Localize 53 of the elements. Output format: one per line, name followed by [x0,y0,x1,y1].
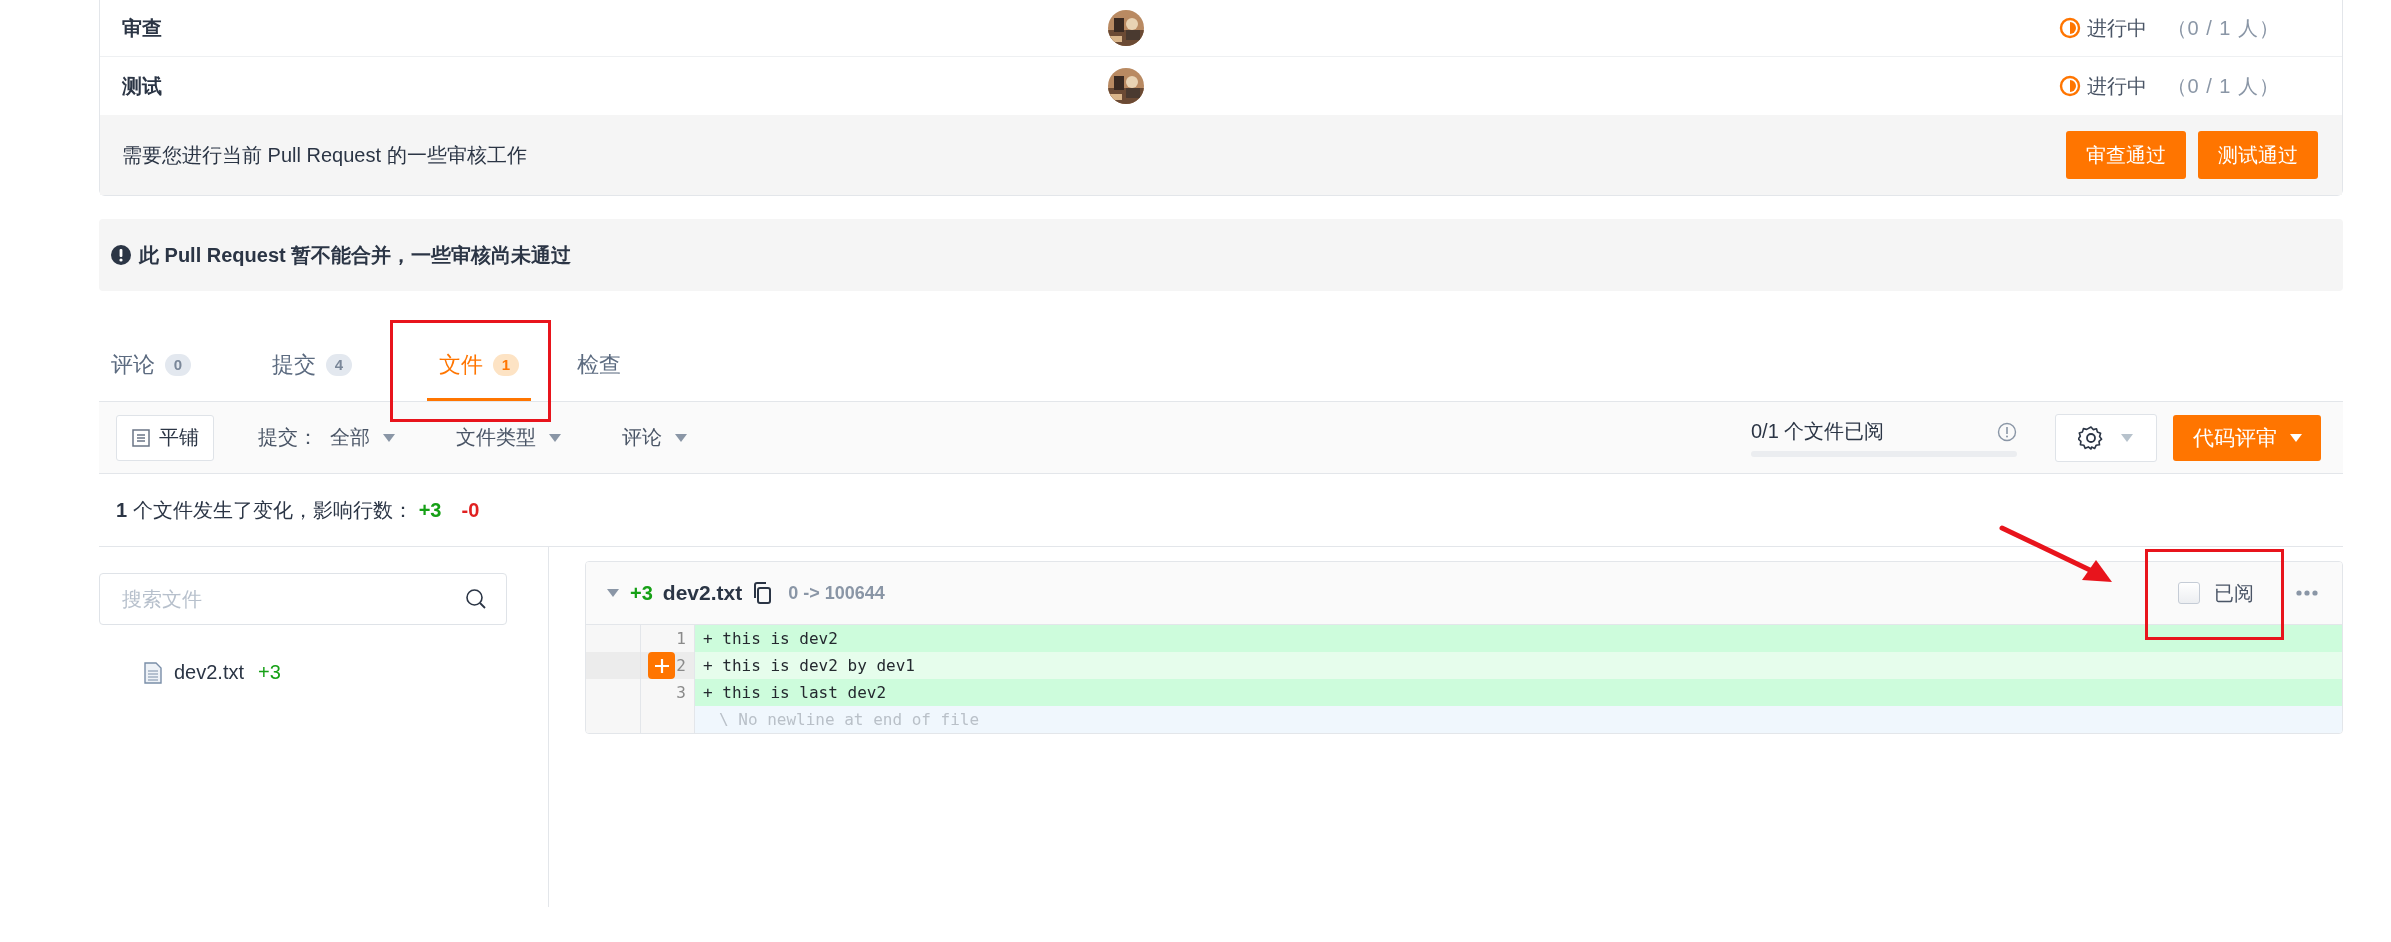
code-text: + this is dev2 by dev1 [703,656,915,675]
collapse-icon[interactable] [606,588,620,598]
line-number: 1 [641,625,695,652]
filter-dropdown[interactable]: 提交： 全部 [252,423,402,452]
list-icon [131,427,151,448]
status-text: 进行中 [2086,73,2147,99]
code-text: + this is dev2 [703,629,838,648]
tab[interactable]: 提交 4 [260,331,364,401]
more-icon[interactable] [2296,590,2318,596]
filter-dropdown[interactable]: 文件类型 [450,423,568,452]
search-icon [465,588,487,610]
file-mode: 0 -> 100644 [788,582,885,604]
reviewer-count: （0 / 1 人） [2166,15,2280,41]
removed-count: -0 [461,498,480,522]
caret-icon [548,432,562,443]
plus-icon [652,656,671,675]
in-progress-icon [2058,17,2081,39]
copy-icon[interactable] [752,582,773,604]
count-badge: 0 [165,353,191,376]
status-text: 进行中 [2086,15,2147,41]
caret-icon [382,432,396,443]
added-count: +3 [630,581,653,605]
count-badge: 1 [493,353,519,376]
merge-notice: 此 Pull Request 暂不能合并，一些审核尚未通过 [139,242,572,268]
search-field[interactable]: 搜索文件 [99,573,507,625]
review-name: 审查 [122,15,163,41]
viewed-checkbox[interactable]: 已阅 [2172,578,2260,608]
file-item[interactable]: dev2.txt [174,661,245,684]
settings-button[interactable] [2055,413,2157,462]
layout-button[interactable]: 平铺 [116,414,214,461]
file-icon [144,661,162,684]
reviewer-count: （0 / 1 人） [2166,73,2280,99]
review-name: 测试 [122,73,163,99]
filter-dropdown[interactable]: 评论 [616,423,694,452]
caret-icon [2289,432,2303,443]
in-progress-icon [2058,75,2081,97]
tab[interactable]: 评论 0 [99,331,203,401]
file-name: dev2.txt [662,581,743,605]
caret-icon [674,432,688,443]
change-summary: 1 个文件发生了变化，影响行数： [116,497,413,523]
line-number: 3 [641,679,695,706]
settings-icon [2078,424,2104,451]
progress-text: 0/1 个文件已阅 [1751,419,1885,444]
review-request-text: 需要您进行当前 Pull Request 的一些审核工作 [122,142,527,168]
added-count: +3 [258,661,281,684]
count-badge: 4 [326,353,352,376]
alert-icon [111,245,131,265]
caret-icon [2120,432,2134,443]
tab[interactable]: 检查 [565,331,633,401]
added-count: +3 [418,498,442,522]
add-comment-button[interactable] [648,652,675,679]
info-icon [1997,421,2017,442]
code-text: + this is last dev2 [703,683,887,702]
